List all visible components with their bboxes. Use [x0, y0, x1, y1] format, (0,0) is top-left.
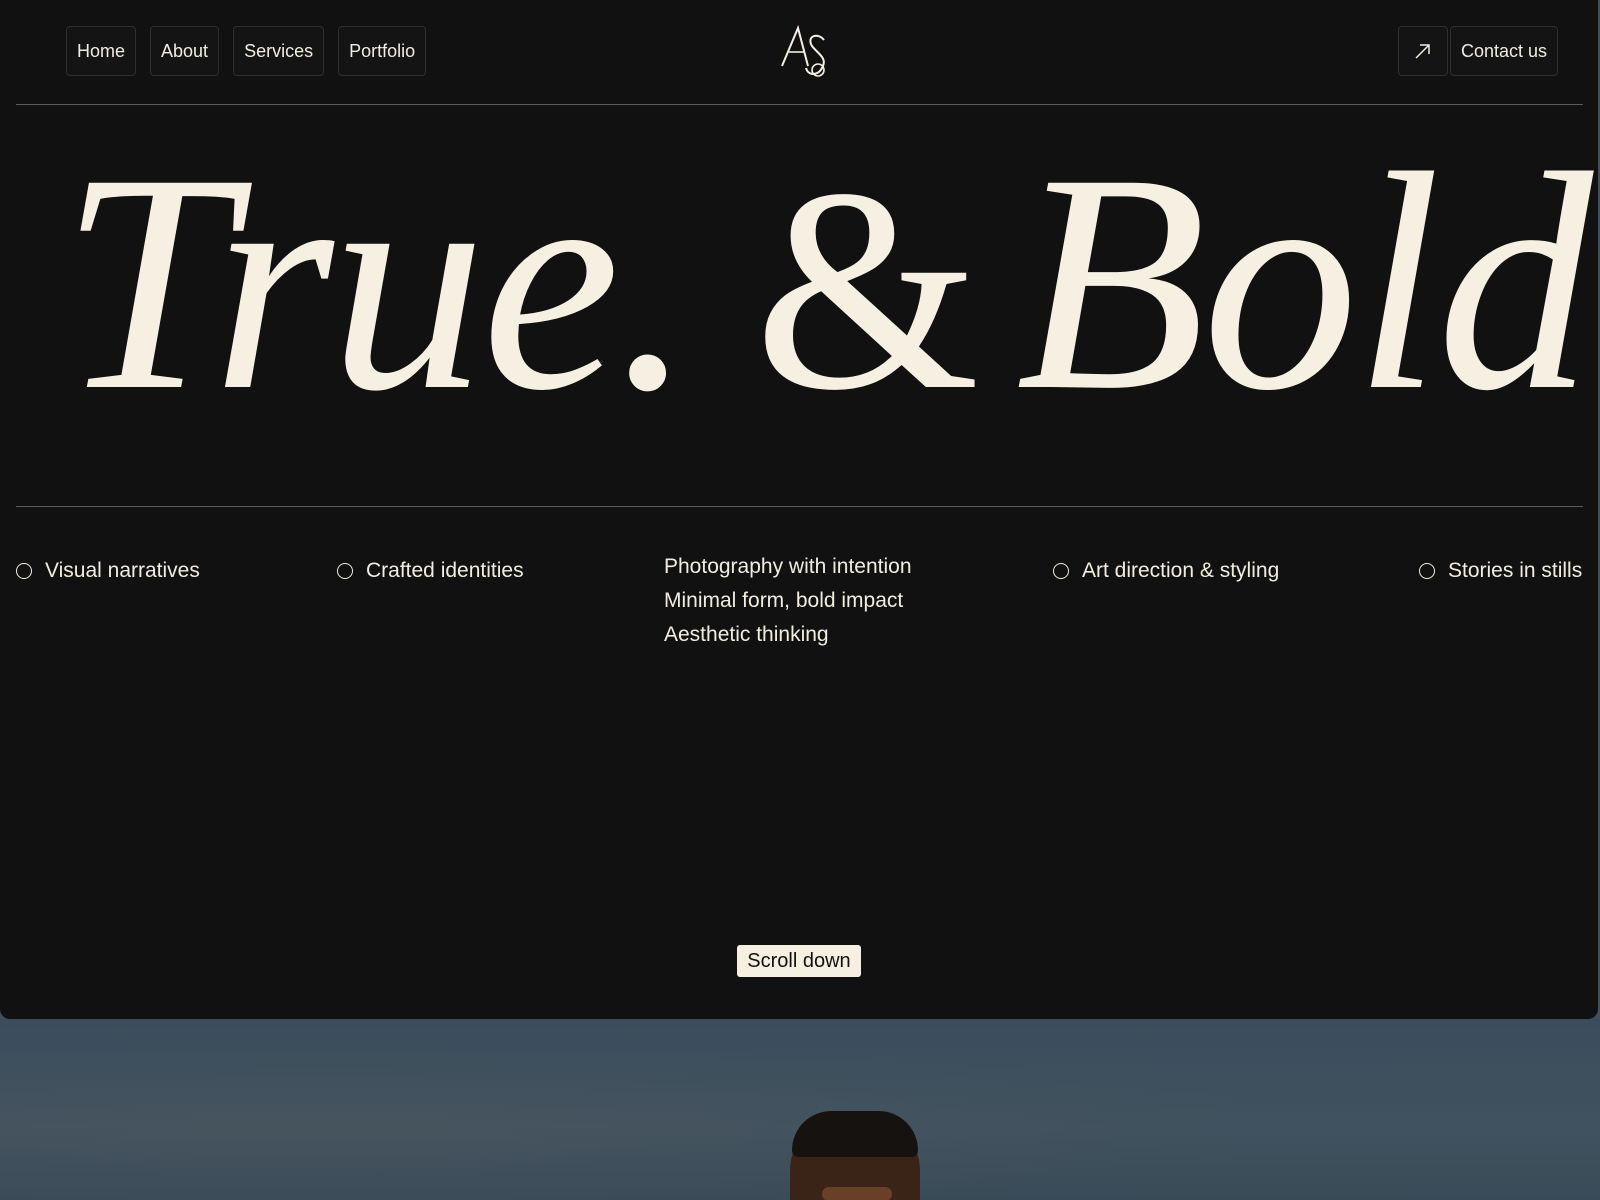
tagline-crafted-identities: Crafted identities: [337, 554, 524, 588]
circle-bullet-icon: [337, 563, 353, 579]
as-monogram-icon: [781, 24, 825, 77]
hero-section: Home About Services Portfolio Contact us…: [0, 0, 1598, 1019]
tagline-label: Visual narratives: [45, 559, 200, 582]
nav-services-link[interactable]: Services: [233, 26, 325, 76]
tagline-label: Crafted identities: [366, 559, 524, 582]
nav-portfolio-link[interactable]: Portfolio: [338, 26, 427, 76]
scroll-down-button[interactable]: Scroll down: [737, 945, 861, 977]
headline-word-bold: Bold.: [1015, 110, 1598, 455]
circle-bullet-icon: [16, 563, 32, 579]
tagline-line: Photography with intention: [664, 555, 912, 578]
brand-logo[interactable]: [778, 22, 838, 82]
divider-top: [16, 104, 1583, 105]
tagline-visual-narratives: Visual narratives: [16, 554, 200, 588]
headline-ampersand: &: [754, 129, 980, 450]
tagline-label: Stories in stills: [1448, 559, 1583, 582]
nav-actions: Contact us: [1397, 26, 1558, 76]
tagline-stories-in-stills: Stories in stills: [1419, 554, 1582, 588]
nav-home-link[interactable]: Home: [66, 26, 137, 76]
divider-bottom: [16, 506, 1583, 507]
circle-bullet-icon: [1419, 563, 1435, 579]
tagline-line: Minimal form, bold impact: [664, 589, 904, 612]
contact-arrow-button[interactable]: [1397, 26, 1448, 76]
tagline-art-direction: Art direction & styling: [1053, 554, 1279, 588]
tagline-label: Art direction & styling: [1082, 559, 1280, 582]
tagline-stack: Photography with intention Minimal form,…: [664, 550, 912, 652]
contact-button[interactable]: Contact us: [1449, 26, 1558, 76]
headline-word-true: True.: [60, 110, 694, 455]
arrow-up-right-icon: [1415, 44, 1430, 59]
hero-headline: True.&Bold.: [60, 118, 1598, 451]
main-nav: Home About Services Portfolio: [66, 26, 427, 76]
portrait-hair: [792, 1111, 918, 1157]
nav-about-link[interactable]: About: [150, 26, 220, 76]
tagline-line: Aesthetic thinking: [664, 623, 829, 646]
portrait-brow: [822, 1187, 892, 1200]
circle-bullet-icon: [1053, 563, 1069, 579]
portrait-photo: [0, 1019, 1600, 1200]
